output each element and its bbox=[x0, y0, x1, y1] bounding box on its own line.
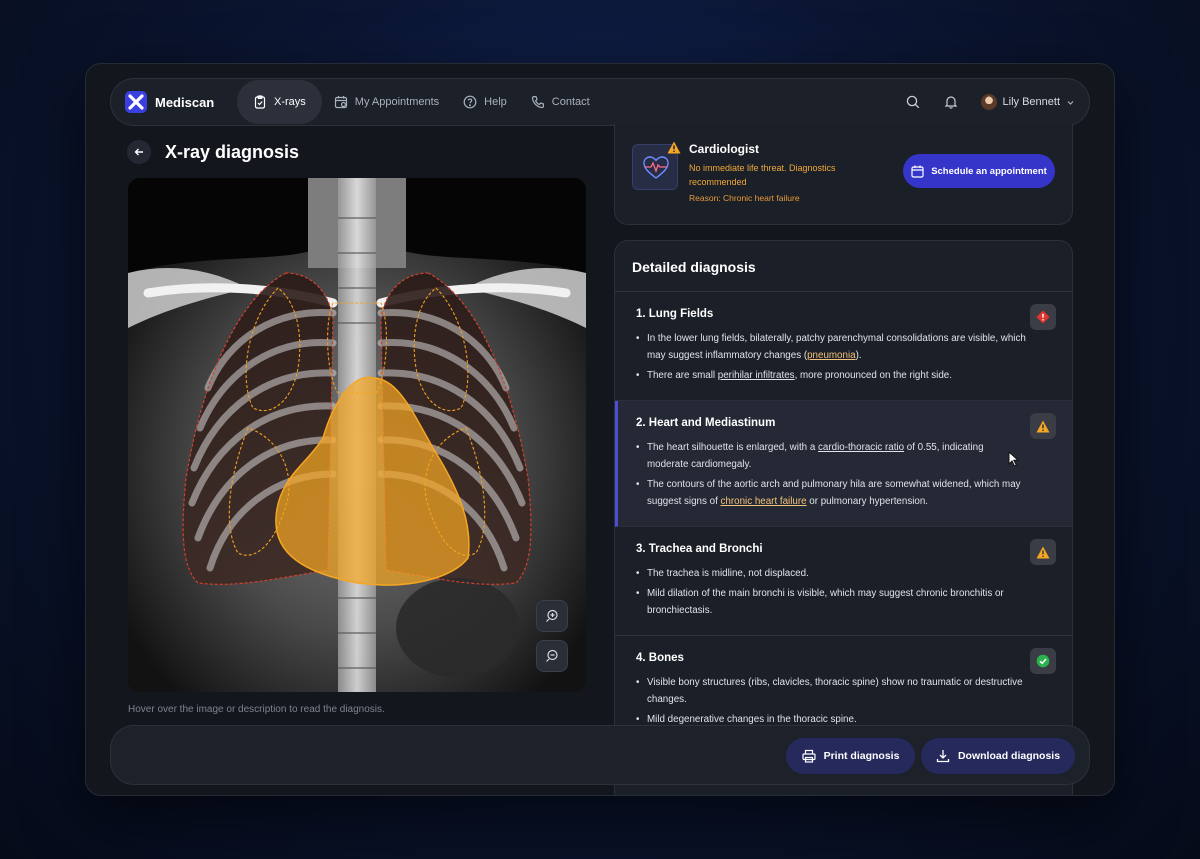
mediscan-logo-icon bbox=[125, 91, 147, 113]
warning-icon bbox=[667, 141, 681, 154]
diagnosis-header: Detailed diagnosis bbox=[615, 241, 1072, 292]
zoom-in-button[interactable] bbox=[536, 600, 568, 632]
user-menu[interactable]: Lily Bennett bbox=[980, 94, 1075, 110]
zoom-out-button[interactable] bbox=[536, 640, 568, 672]
detailed-diagnosis-card: Detailed diagnosis 1. Lung Fields In the… bbox=[614, 240, 1073, 795]
diagnosis-bullet: The heart silhouette is enlarged, with a… bbox=[636, 439, 1026, 473]
brand-name: Mediscan bbox=[155, 94, 215, 110]
diagnosis-bullet: In the lower lung fields, bilaterally, p… bbox=[636, 330, 1026, 364]
diagnosis-section-lung-fields[interactable]: 1. Lung Fields In the lower lung fields,… bbox=[615, 292, 1072, 401]
section-title: 2. Heart and Mediastinum bbox=[636, 417, 776, 429]
schedule-appointment-button[interactable]: Schedule an appointment bbox=[903, 154, 1055, 188]
phone-icon bbox=[531, 95, 544, 109]
diagnosis-bullet: Visible bony structures (ribs, clavicles… bbox=[636, 674, 1026, 708]
diagnosis-section-trachea-bronchi[interactable]: 3. Trachea and Bronchi The trachea is mi… bbox=[615, 527, 1072, 636]
nav-item-label: X-rays bbox=[274, 96, 306, 108]
download-diagnosis-label: Download diagnosis bbox=[957, 750, 1061, 762]
hover-hint: Hover over the image or description to r… bbox=[128, 704, 385, 715]
help-icon bbox=[463, 95, 477, 109]
calendar-icon bbox=[334, 96, 347, 109]
schedule-appointment-label: Schedule an appointment bbox=[931, 165, 1047, 177]
search-icon[interactable] bbox=[905, 94, 921, 110]
specialist-title: Cardiologist bbox=[689, 142, 760, 156]
warning-status-icon bbox=[1030, 413, 1056, 439]
download-icon bbox=[936, 750, 950, 763]
term-link[interactable]: pneumonia bbox=[807, 350, 855, 361]
user-name: Lily Bennett bbox=[1002, 96, 1060, 108]
diagnosis-bullet: Mild dilation of the main bronchi is vis… bbox=[636, 585, 1026, 619]
section-title: 3. Trachea and Bronchi bbox=[636, 543, 763, 555]
warning-status-icon bbox=[1030, 539, 1056, 565]
nav-item-label: Help bbox=[484, 96, 507, 108]
print-diagnosis-label: Print diagnosis bbox=[823, 750, 900, 762]
print-diagnosis-button[interactable]: Print diagnosis bbox=[786, 738, 915, 774]
chevron-down-icon bbox=[1067, 100, 1074, 105]
mouse-cursor-icon bbox=[1008, 451, 1020, 467]
download-diagnosis-button[interactable]: Download diagnosis bbox=[921, 738, 1075, 774]
diagnosis-bullet: There are small perihilar infiltrates, m… bbox=[636, 367, 1026, 384]
nav-item-my-appointments[interactable]: My Appointments bbox=[322, 80, 451, 124]
avatar bbox=[980, 94, 997, 110]
section-title: 1. Lung Fields bbox=[636, 308, 714, 320]
ok-status-icon bbox=[1030, 648, 1056, 674]
chest-xray-image bbox=[128, 178, 586, 692]
diagnosis-section-heart-mediastinum[interactable]: 2. Heart and Mediastinum The heart silho… bbox=[615, 401, 1072, 527]
nav-item-x-rays[interactable]: X-rays bbox=[237, 80, 322, 124]
zoom-out-icon bbox=[546, 649, 558, 662]
back-button[interactable] bbox=[127, 140, 151, 164]
section-title: 4. Bones bbox=[636, 652, 684, 664]
specialist-description: No immediate life threat. Diagnostics re… bbox=[689, 163, 836, 187]
specialist-reason: Reason: Chronic heart failure bbox=[689, 193, 800, 203]
nav-item-label: Contact bbox=[551, 96, 590, 108]
printer-icon bbox=[801, 749, 816, 763]
term-link[interactable]: chronic heart failure bbox=[721, 496, 807, 507]
clipboard-icon bbox=[254, 95, 266, 109]
app-window: Mediscan X-rays My Appointments Help Con… bbox=[85, 63, 1115, 796]
term-link[interactable]: perihilar infiltrates bbox=[718, 370, 795, 381]
page-title: X-ray diagnosis bbox=[165, 142, 300, 162]
bottom-action-bar: Print diagnosis Download diagnosis bbox=[110, 725, 1090, 785]
danger-status-icon bbox=[1030, 304, 1056, 330]
nav-item-help[interactable]: Help bbox=[451, 80, 519, 124]
bell-icon[interactable] bbox=[943, 94, 959, 110]
nav-item-contact[interactable]: Contact bbox=[519, 80, 602, 124]
brand[interactable]: Mediscan bbox=[125, 91, 237, 113]
arrow-left-icon bbox=[134, 148, 143, 156]
nav-item-label: My Appointments bbox=[354, 96, 440, 108]
xray-image-viewer[interactable] bbox=[128, 178, 586, 692]
specialist-card: Cardiologist No immediate life threat. D… bbox=[614, 124, 1073, 225]
calendar-icon bbox=[911, 165, 924, 178]
diagnosis-bullet: The contours of the aortic arch and pulm… bbox=[636, 476, 1026, 510]
zoom-in-icon bbox=[546, 609, 558, 622]
diagnosis-bullet: The trachea is midline, not displaced. bbox=[636, 565, 1026, 582]
top-nav: Mediscan X-rays My Appointments Help Con… bbox=[110, 78, 1090, 126]
term-link[interactable]: cardio-thoracic ratio bbox=[818, 442, 904, 453]
